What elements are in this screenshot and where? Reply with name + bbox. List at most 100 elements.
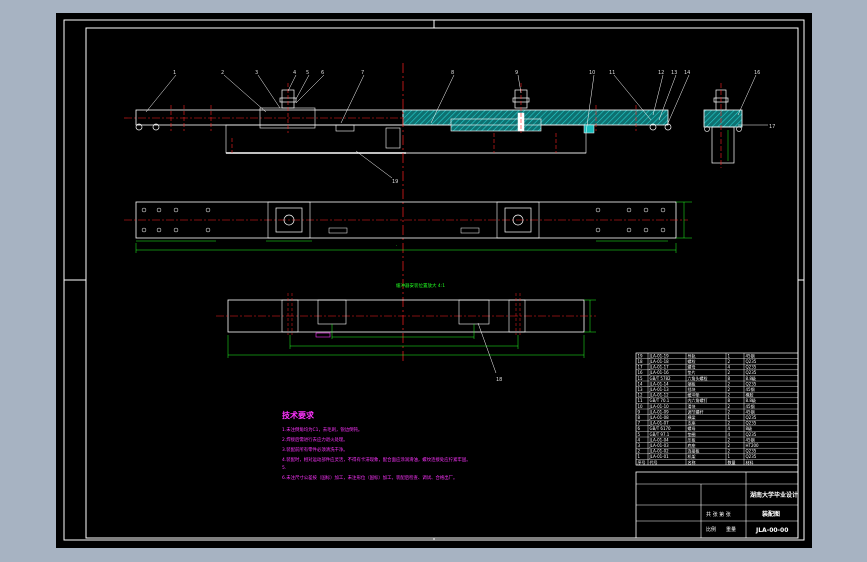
parts-cell-material: 45钢 <box>746 436 755 442</box>
parts-cell-qty: 2 <box>728 393 731 398</box>
parts-cell-name: 底座 <box>688 442 696 448</box>
parts-cell-code: JLA-01-16 <box>649 370 670 375</box>
parts-cell-no: 3 <box>638 443 641 448</box>
callout-14: 14 <box>684 70 690 76</box>
parts-cell-code: GB/T 70.1 <box>650 398 670 403</box>
parts-cell-qty: 4 <box>728 426 731 431</box>
technical-requirements: 技术要求 1.未注倒角均为C1，去毛刺，锐边倒钝。 2.焊接后需进行去应力退火处… <box>282 410 471 481</box>
parts-cell-qty: 2 <box>728 404 731 409</box>
callout-3: 3 <box>255 70 258 76</box>
callout-16: 16 <box>754 70 760 76</box>
title-block: 湖南大学毕业设计 装配图 JLA-00-00 比例 重量 共 张 第 张 <box>635 471 799 539</box>
callout-8: 8 <box>451 70 454 76</box>
drawing-viewport[interactable]: 1 2 3 4 5 6 7 8 9 10 11 12 13 14 19 16 1… <box>56 13 812 548</box>
parts-cell-qty: 2 <box>728 387 731 392</box>
parts-cell-code: JLA-01-13 <box>649 387 670 392</box>
parts-cell-qty: 1 <box>728 454 731 459</box>
parts-cell-no: 19 <box>638 353 644 358</box>
parts-cell-no: 16 <box>638 370 644 375</box>
parts-cell-name: 螺栓 <box>688 358 696 364</box>
callout-6: 6 <box>321 70 324 76</box>
parts-cell-qty: 4 <box>728 365 731 370</box>
callout-1: 1 <box>173 70 176 76</box>
top-view: · <box>124 201 692 253</box>
parts-cell-no: 14 <box>638 381 644 386</box>
parts-cell-no: 15 <box>638 376 644 381</box>
callout-19: 19 <box>392 179 398 185</box>
top-view-dim-label: · <box>396 244 397 249</box>
front-view: 1 2 3 4 5 6 7 8 9 10 11 12 13 14 19 <box>124 63 690 363</box>
parts-cell-material: 45钢 <box>746 403 755 409</box>
parts-cell-no: 17 <box>638 365 644 370</box>
parts-cell-code: JLA-01-01 <box>649 454 670 459</box>
parts-cell-qty: 2 <box>728 437 731 442</box>
parts-cell-code: GB/T 5782 <box>650 376 672 381</box>
parts-cell-code: JLA-01-18 <box>649 359 670 364</box>
parts-cell-no: 7 <box>638 421 641 426</box>
parts-cell-no: 10 <box>638 404 644 409</box>
parts-cell-material: Q235 <box>746 421 757 426</box>
parts-header-material: 材料 <box>746 459 754 465</box>
parts-cell-material: Q235 <box>746 370 757 375</box>
parts-cell-no: 4 <box>638 437 641 442</box>
detail-view: 缓冲器安装位置放大 4:1 18 <box>216 282 596 383</box>
note-5: 5. <box>282 465 286 471</box>
parts-cell-material: Q235 <box>746 359 757 364</box>
notes-title: 技术要求 <box>282 410 315 420</box>
callout-17: 17 <box>769 124 775 130</box>
callout-12: 12 <box>658 70 664 76</box>
parts-header-qty: 数量 <box>728 459 736 465</box>
parts-cell-code: JLA-01-17 <box>649 365 670 370</box>
drawing-number: JLA-00-00 <box>755 527 788 534</box>
parts-cell-no: 11 <box>638 398 644 403</box>
parts-cell-name: 垫圈 <box>688 431 696 437</box>
parts-cell-material: 45钢 <box>746 408 755 414</box>
parts-cell-name: 调节螺杆 <box>688 408 704 414</box>
assembly-drawing: 1 2 3 4 5 6 7 8 9 10 11 12 13 14 19 16 1… <box>63 19 805 541</box>
parts-cell-name: 滑块 <box>688 403 696 409</box>
parts-cell-no: 2 <box>638 449 641 454</box>
parts-cell-material: 8.8级 <box>746 375 756 381</box>
parts-cell-name: 螺母 <box>688 364 696 370</box>
parts-cell-name: 垫片 <box>688 369 696 375</box>
parts-cell-code: JLA-01-12 <box>649 393 670 398</box>
parts-cell-no: 8 <box>638 415 641 420</box>
parts-cell-material: 8.8级 <box>746 397 756 403</box>
parts-cell-code: JLA-01-08 <box>649 415 670 420</box>
parts-cell-name: 支座 <box>688 420 696 426</box>
parts-cell-code: JLA-01-14 <box>649 381 670 386</box>
parts-cell-no: 1 <box>638 454 641 459</box>
parts-cell-material: Q235 <box>746 415 757 420</box>
callout-10: 10 <box>589 70 595 76</box>
parts-cell-code: JLA-01-04 <box>649 437 670 442</box>
parts-cell-name: 内六角螺钉 <box>688 397 708 403</box>
callouts-front: 1 2 3 4 5 6 7 8 9 10 11 12 13 14 19 <box>173 70 690 185</box>
scale-label: 比例 <box>706 526 716 533</box>
parts-header-no: 序号 <box>638 459 646 465</box>
parts-cell-name: 六角头螺栓 <box>688 375 708 381</box>
parts-cell-qty: 2 <box>728 409 731 414</box>
note-1: 1.未注倒角均为C1，去毛刺，锐边倒钝。 <box>282 426 362 433</box>
parts-cell-code: GB/T 6170 <box>650 426 672 431</box>
weight-label: 重量 <box>726 526 736 533</box>
parts-cell-qty: 2 <box>728 421 731 426</box>
parts-cell-code: JLA-01-19 <box>649 353 670 358</box>
note-2: 2.焊接后需进行去应力退火处理。 <box>282 436 348 443</box>
parts-cell-material: Q235 <box>746 365 757 370</box>
parts-cell-qty: 8 <box>728 376 731 381</box>
callout-9: 9 <box>515 70 518 76</box>
parts-cell-code: JLA-01-03 <box>649 443 670 448</box>
parts-cell-no: 12 <box>638 393 644 398</box>
parts-cell-material: Q235 <box>746 432 757 437</box>
parts-cell-name: 挡块 <box>688 386 696 392</box>
sheet-label: 共 张 第 张 <box>706 511 731 518</box>
parts-cell-qty: 2 <box>728 370 731 375</box>
parts-cell-name: 连接板 <box>688 448 700 454</box>
parts-cell-name: 端板 <box>688 380 696 386</box>
parts-cell-code: JLA-01-07 <box>649 421 670 426</box>
parts-header-code: 代号 <box>650 459 658 465</box>
parts-cell-no: 13 <box>638 387 644 392</box>
parts-cell-qty: 2 <box>728 381 731 386</box>
callout-18: 18 <box>496 377 502 383</box>
section-label: 缓冲器安装位置放大 4:1 <box>396 282 445 289</box>
